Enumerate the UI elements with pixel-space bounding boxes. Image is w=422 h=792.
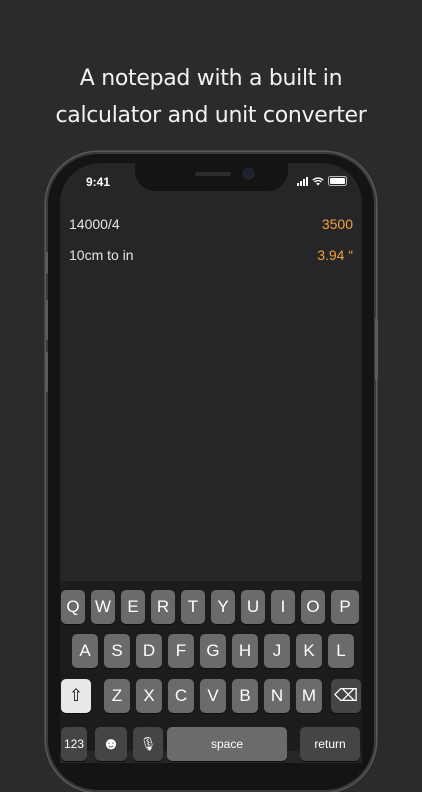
key-p[interactable]: P [331, 590, 359, 624]
delete-key[interactable]: ⌫ [331, 679, 361, 713]
space-key[interactable]: space [167, 727, 287, 761]
note-expression: 10cm to in [69, 247, 134, 263]
key-n[interactable]: N [264, 679, 290, 713]
promo-headline: A notepad with a built in calculator and… [0, 60, 422, 134]
note-result: 3.94 “ [317, 247, 353, 263]
key-g[interactable]: G [200, 634, 226, 668]
key-v[interactable]: V [200, 679, 226, 713]
battery-icon [328, 176, 347, 186]
headline-line-1: A notepad with a built in [79, 66, 343, 91]
phone-volume-down [45, 352, 48, 392]
key-z[interactable]: Z [104, 679, 130, 713]
phone-notch [135, 163, 288, 191]
status-time: 9:41 [86, 175, 111, 189]
note-line[interactable]: 14000/4 3500 [69, 216, 353, 232]
phone-power-button [375, 318, 378, 380]
key-j[interactable]: J [264, 634, 290, 668]
wifi-icon [312, 177, 324, 186]
phone-silent-switch [45, 252, 48, 274]
key-h[interactable]: H [232, 634, 258, 668]
status-icons [297, 176, 347, 186]
key-k[interactable]: K [296, 634, 322, 668]
key-f[interactable]: F [168, 634, 194, 668]
key-w[interactable]: W [91, 590, 115, 624]
key-d[interactable]: D [136, 634, 162, 668]
key-i[interactable]: I [271, 590, 295, 624]
key-o[interactable]: O [301, 590, 325, 624]
key-t[interactable]: T [181, 590, 205, 624]
key-a[interactable]: A [72, 634, 98, 668]
shift-key[interactable]: ⇧ [61, 679, 91, 713]
dictation-key[interactable]: 🎙 [133, 727, 163, 761]
key-y[interactable]: Y [211, 590, 235, 624]
key-u[interactable]: U [241, 590, 265, 624]
phone-volume-up [45, 300, 48, 340]
emoji-key[interactable]: ☻ [95, 727, 127, 761]
delete-icon: ⌫ [333, 686, 359, 705]
numbers-key[interactable]: 123 [61, 727, 87, 761]
headline-line-2: calculator and unit converter [55, 103, 367, 128]
key-e[interactable]: E [121, 590, 145, 624]
shift-icon: ⇧ [68, 686, 84, 705]
key-s[interactable]: S [104, 634, 130, 668]
key-l[interactable]: L [328, 634, 354, 668]
key-b[interactable]: B [232, 679, 258, 713]
front-camera-icon [244, 169, 253, 178]
emoji-icon: ☻ [102, 734, 120, 753]
key-c[interactable]: C [168, 679, 194, 713]
key-x[interactable]: X [136, 679, 162, 713]
note-line[interactable]: 10cm to in 3.94 “ [69, 247, 353, 263]
return-key[interactable]: return [300, 727, 360, 761]
note-result: 3500 [321, 216, 353, 232]
key-q[interactable]: Q [61, 590, 85, 624]
phone-speaker [195, 172, 231, 176]
note-expression: 14000/4 [69, 216, 120, 232]
cellular-signal-icon [297, 177, 308, 186]
key-r[interactable]: R [151, 590, 175, 624]
key-m[interactable]: M [296, 679, 322, 713]
